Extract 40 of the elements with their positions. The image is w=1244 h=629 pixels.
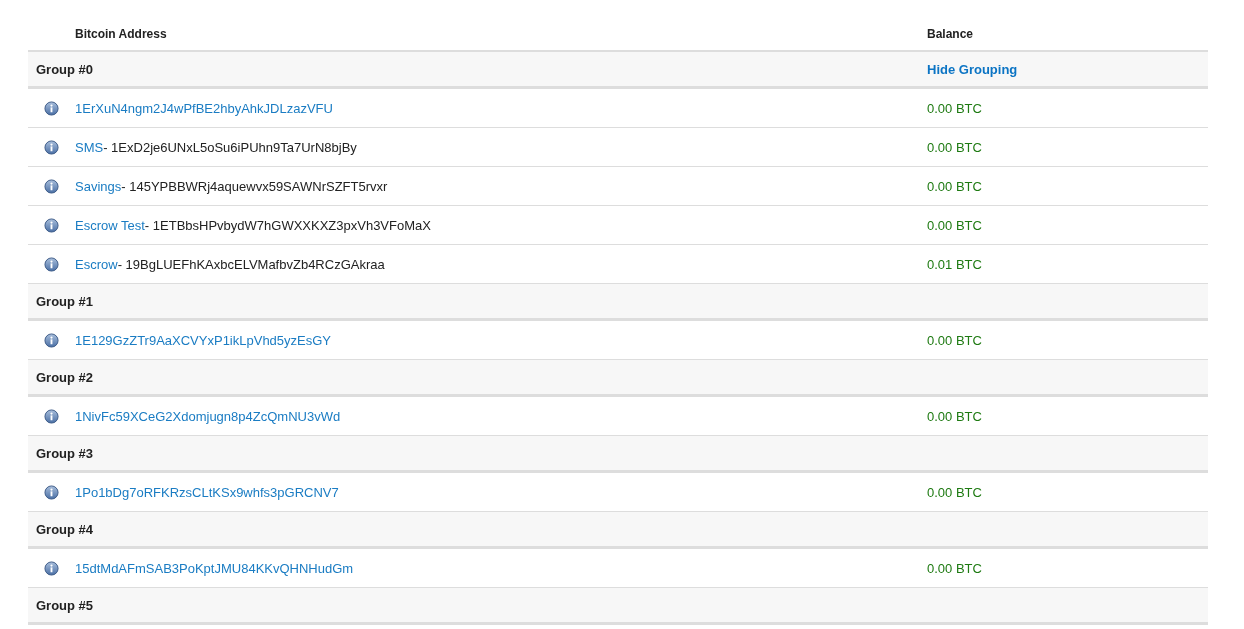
group-title: Group #1	[35, 293, 95, 309]
address-link[interactable]: 1Po1bDg7oRFKRzsCLtKSx9whfs3pGRCNV7	[75, 484, 339, 500]
address-link[interactable]: 15dtMdAFmSAB3PoKptJMU84KKvQHNHudGm	[75, 560, 354, 576]
address-text: - 145YPBBWRj4aquewvx59SAWNrSZFT5rvxr	[121, 178, 388, 194]
info-icon[interactable]	[44, 560, 59, 576]
column-header: Balance	[927, 26, 974, 41]
info-icon[interactable]	[44, 217, 59, 233]
balance-text: 0.00 BTC	[927, 178, 982, 194]
address-label-link[interactable]: SMS	[75, 139, 104, 155]
address-text: - 19BgLUEFhKAxbcELVMafbvZb4RCzGAkraa	[117, 256, 385, 272]
info-icon[interactable]	[44, 256, 59, 272]
info-icon[interactable]	[44, 332, 59, 348]
balance-text: 0.00 BTC	[927, 408, 982, 424]
balance-text: 0.00 BTC	[927, 484, 982, 500]
address-label-link[interactable]: Savings	[75, 178, 122, 194]
balance-text: 0.00 BTC	[927, 139, 982, 155]
group-title: Group #2	[35, 369, 95, 385]
address-text: - 1ETBbsHPvbydW7hGWXXKXZ3pxVh3VFoMaX	[144, 217, 431, 233]
address-label-link[interactable]: Escrow Test	[75, 217, 145, 233]
info-icon[interactable]	[44, 178, 59, 194]
balance-text: 0.00 BTC	[927, 217, 982, 233]
group-title: Group #4	[35, 521, 95, 537]
info-icon[interactable]	[44, 484, 59, 500]
address-link[interactable]: 1NivFc59XCeG2Xdomjugn8p4ZcQmNU3vWd	[75, 408, 341, 424]
address-link[interactable]: 1E129GzZTr9AaXCVYxP1ikLpVhd5yzEsGY	[75, 332, 332, 348]
column-header: Bitcoin Address	[75, 26, 168, 41]
balance-text: 0.01 BTC	[927, 256, 982, 272]
hide-grouping-link[interactable]: Hide Grouping	[927, 61, 1018, 77]
group-title: Group #0	[35, 61, 95, 77]
balance-text: 0.00 BTC	[927, 332, 982, 348]
group-title: Group #5	[35, 597, 95, 613]
balance-text: 0.00 BTC	[927, 100, 982, 116]
group-title: Group #3	[35, 445, 95, 461]
address-text: - 1ExD2je6UNxL5oSu6iPUhn9Ta7UrN8bjBy	[103, 139, 357, 155]
info-icon[interactable]	[44, 100, 59, 116]
balance-text: 0.00 BTC	[927, 560, 982, 576]
info-icon[interactable]	[44, 408, 59, 424]
address-link[interactable]: 1ErXuN4ngm2J4wPfBE2hbyAhkJDLzazVFU	[75, 100, 333, 116]
info-icon[interactable]	[44, 139, 59, 155]
address-label-link[interactable]: Escrow	[75, 256, 118, 272]
